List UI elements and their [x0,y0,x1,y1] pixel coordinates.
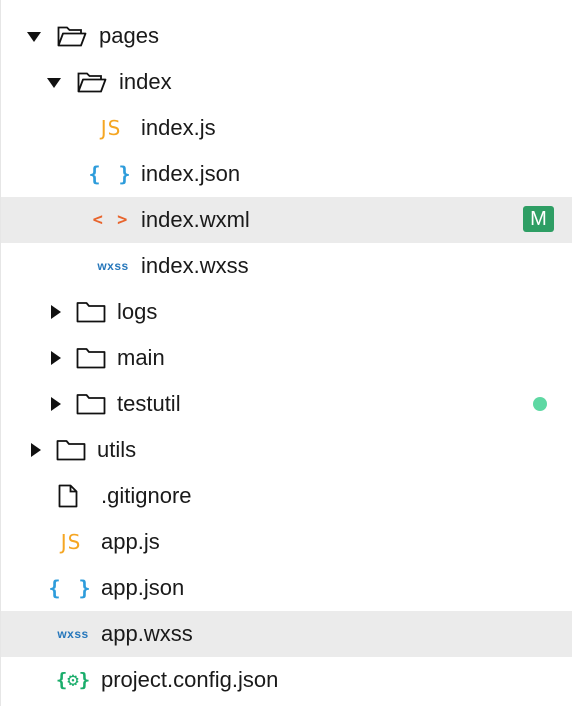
file-icon [57,473,79,519]
tree-item-label: app.wxss [101,621,193,646]
folder-icon [76,381,106,427]
tree-item-index-json[interactable]: { } index.json [1,151,572,197]
tree-item-logs[interactable]: logs [1,289,572,335]
tree-item-utils[interactable]: utils [1,427,572,473]
chevron-right-icon[interactable] [51,397,61,411]
folder-icon [56,427,86,473]
chevron-right-icon[interactable] [31,443,41,457]
tree-item-gitignore[interactable]: .gitignore [1,473,572,519]
wxss-file-icon: wxss [57,627,89,641]
tree-item-label: index.wxml [141,207,250,232]
chevron-right-icon[interactable] [51,351,61,365]
tree-item-index-wxss[interactable]: wxss index.wxss [1,243,572,289]
tree-item-label: pages [99,23,159,48]
tree-item-label: index.json [141,161,241,186]
tree-item-label: app.js [101,529,160,554]
folder-open-icon [76,59,108,105]
chevron-down-icon[interactable] [47,78,61,88]
status-dot [533,397,547,411]
tree-item-label: .gitignore [101,483,192,508]
tree-item-label: app.json [101,575,185,600]
wxss-file-icon: wxss [97,259,129,273]
modified-badge: M [523,206,554,232]
file-tree: pages index JS index.js { } index.json <… [0,0,572,706]
tree-item-label: project.config.json [101,667,279,692]
js-file-icon: JS [100,116,122,140]
chevron-right-icon[interactable] [51,305,61,319]
json-file-icon: { } [88,162,134,186]
tree-item-label: main [117,345,165,370]
tree-item-label: index.wxss [141,253,249,278]
js-file-icon: JS [60,530,82,554]
tree-item-index-js[interactable]: JS index.js [1,105,572,151]
tree-item-label: testutil [117,391,181,416]
json-file-icon: { } [48,576,94,600]
tree-item-main[interactable]: main [1,335,572,381]
config-file-icon: {⚙} [55,669,91,691]
tree-item-pages[interactable]: pages [1,13,572,59]
chevron-down-icon[interactable] [27,32,41,42]
tree-item-app-json[interactable]: { } app.json [1,565,572,611]
tree-item-app-js[interactable]: JS app.js [1,519,572,565]
tree-item-index-folder[interactable]: index [1,59,572,105]
wxml-file-icon: < > [92,210,130,230]
folder-icon [76,289,106,335]
folder-icon [76,335,106,381]
tree-item-label: index.js [141,115,216,140]
tree-item-app-wxss[interactable]: wxss app.wxss [1,611,572,657]
tree-item-testutil[interactable]: testutil [1,381,572,427]
tree-item-index-wxml[interactable]: < > index.wxml M [1,197,572,243]
tree-item-project-config[interactable]: {⚙} project.config.json [1,657,572,703]
folder-open-icon [56,13,88,59]
tree-item-label: logs [117,299,158,324]
tree-item-label: utils [97,437,137,462]
tree-item-label: index [119,69,172,94]
